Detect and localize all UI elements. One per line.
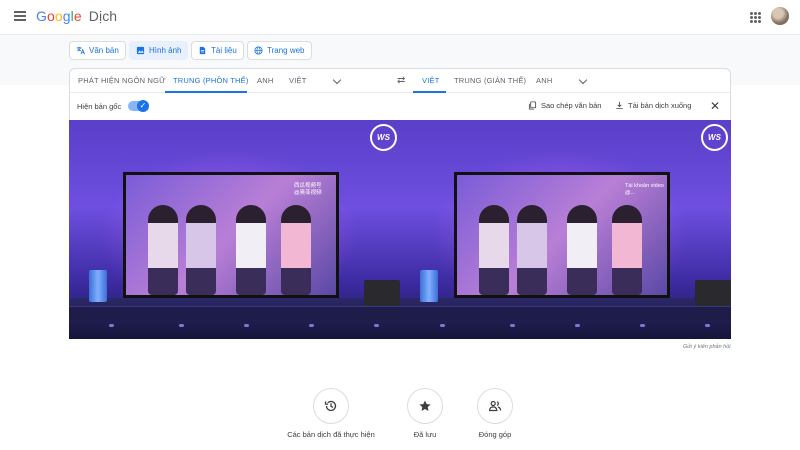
download-icon: [616, 101, 623, 110]
mode-document-button[interactable]: Tài liệu: [191, 41, 244, 60]
history-label: Các bản dịch đã thực hiện: [287, 430, 375, 439]
copy-icon: [528, 101, 537, 110]
options-bar: Hiện bản gốc ✓ Sao chép văn bản Tải bản …: [70, 93, 730, 120]
close-icon[interactable]: ✕: [710, 99, 720, 113]
document-icon: [199, 46, 206, 55]
download-translation-button[interactable]: Tải bản dịch xuống: [615, 101, 691, 110]
mode-label: Hình ảnh: [149, 46, 182, 55]
source-lang-english[interactable]: ANH: [257, 76, 273, 85]
translation-card: PHÁT HIỆN NGÔN NGỮ TRUNG (PHỒN THỂ) ANH …: [69, 68, 731, 120]
original-image: 西瓜视频号 @奥菲视频 WS: [69, 120, 400, 339]
globe-icon: [254, 46, 263, 55]
mode-label: Trang web: [267, 46, 305, 55]
language-bar: PHÁT HIỆN NGÔN NGỮ TRUNG (PHỒN THỂ) ANH …: [70, 69, 730, 93]
send-feedback-link[interactable]: Gửi ý kiến phản hồi: [683, 344, 731, 350]
target-lang-vietnamese[interactable]: VIỆT: [422, 76, 439, 85]
download-label: Tải bản dịch xuống: [628, 101, 692, 110]
avatar[interactable]: [771, 7, 789, 25]
source-lang-detect[interactable]: PHÁT HIỆN NGÔN NGỮ: [78, 76, 166, 85]
target-lang-english[interactable]: ANH: [536, 76, 552, 85]
history-icon: [324, 400, 337, 412]
copy-text-button[interactable]: Sao chép văn bản: [528, 101, 601, 110]
app-logo[interactable]: Google Dịch: [36, 8, 117, 24]
target-more-languages-icon[interactable]: [578, 75, 588, 85]
contribute-button[interactable]: Đóng góp: [470, 388, 520, 439]
mode-website-button[interactable]: Trang web: [247, 41, 312, 60]
tv-screen: Tài khoản video @...: [454, 172, 670, 298]
source-lang-chinese-traditional[interactable]: TRUNG (PHỒN THỂ): [173, 76, 249, 85]
text-translate-icon: [76, 46, 85, 55]
speaker-box: [695, 280, 731, 306]
watermark-badge: WS: [701, 124, 728, 151]
image-watermark: Tài khoản video @...: [625, 183, 664, 196]
swap-languages-icon[interactable]: ⇄: [397, 75, 405, 86]
show-original-label: Hiện bản gốc: [77, 102, 122, 111]
copy-text-label: Sao chép văn bản: [541, 101, 602, 110]
speaker-cans: [420, 270, 438, 302]
top-bar: Google Dịch: [0, 0, 800, 35]
show-original-toggle[interactable]: ✓: [128, 100, 149, 112]
saved-label: Đã lưu: [413, 430, 437, 439]
tv-screen: 西瓜视频号 @奥菲视频: [123, 172, 339, 298]
mode-label: Tài liệu: [211, 46, 237, 55]
source-lang-vietnamese[interactable]: VIỆT: [289, 76, 306, 85]
translated-image: Tài khoản video @... WS: [400, 120, 731, 339]
saved-button[interactable]: Đã lưu: [400, 388, 450, 439]
mode-label: Văn bản: [89, 46, 119, 55]
product-name: Dịch: [88, 8, 118, 24]
watermark-badge: WS: [370, 124, 397, 151]
speaker-box: [364, 280, 400, 306]
mode-text-button[interactable]: Văn bản: [69, 41, 126, 60]
people-icon: [488, 400, 502, 412]
star-icon: [419, 400, 431, 411]
apps-grid-icon[interactable]: [750, 12, 761, 23]
menu-icon[interactable]: [14, 11, 26, 21]
source-more-languages-icon[interactable]: [332, 75, 342, 85]
target-lang-chinese-simplified[interactable]: TRUNG (GIẢN THỂ): [454, 76, 526, 85]
image-watermark: 西瓜视频号 @奥菲视频: [294, 183, 322, 196]
speaker-cans: [89, 270, 107, 302]
history-button[interactable]: Các bản dịch đã thực hiện: [285, 388, 377, 439]
image-icon: [136, 46, 145, 55]
contribute-label: Đóng góp: [478, 430, 512, 439]
check-icon: ✓: [137, 100, 149, 112]
mode-image-button[interactable]: Hình ảnh: [129, 41, 189, 60]
